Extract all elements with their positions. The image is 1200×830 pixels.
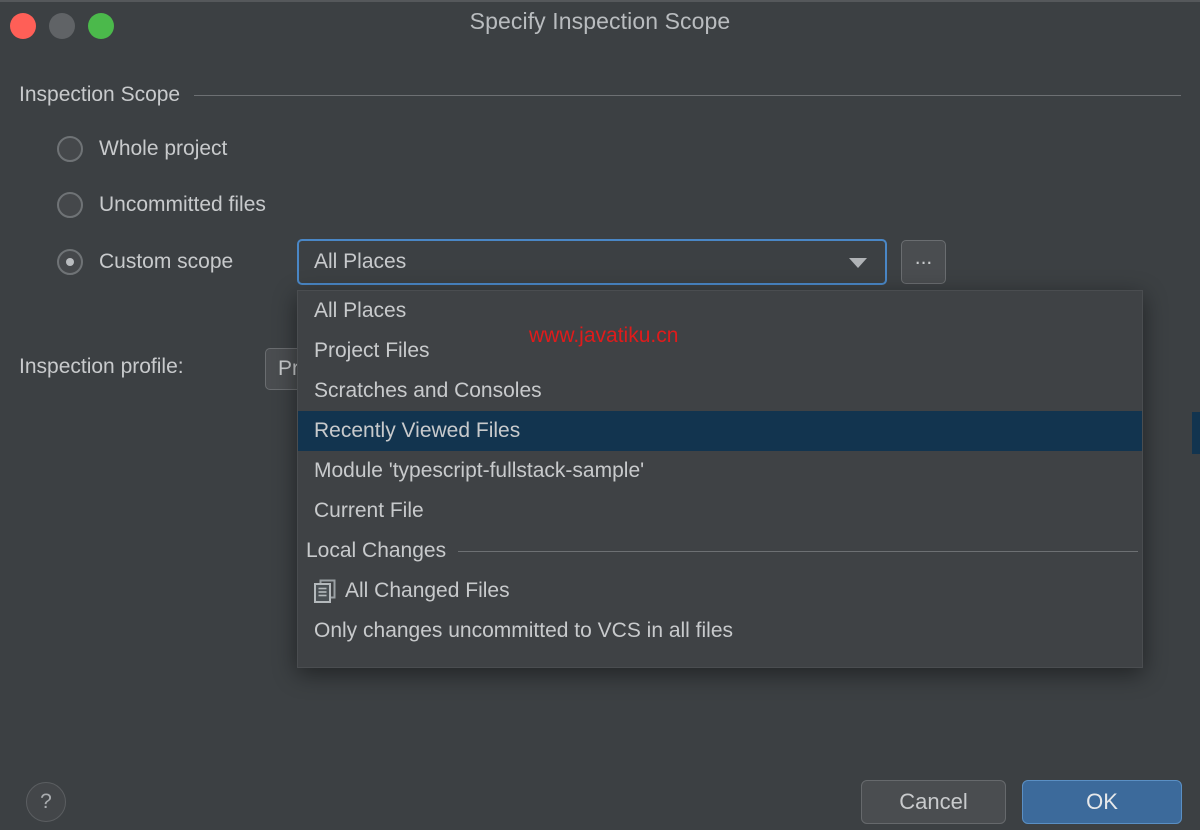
- radio-option-custom-scope[interactable]: Custom scope: [57, 246, 233, 278]
- window-title: Specify Inspection Scope: [469, 8, 731, 34]
- dropdown-item-recently-viewed-files[interactable]: Recently Viewed Files: [298, 411, 1142, 451]
- dropdown-item-all-places[interactable]: All Places: [298, 291, 1142, 331]
- browse-scope-button[interactable]: ...: [901, 240, 946, 284]
- cancel-button[interactable]: Cancel: [861, 780, 1006, 824]
- dropdown-item-label: All Changed Files: [345, 579, 510, 602]
- dropdown-group-label: Local Changes: [306, 539, 447, 562]
- selection-edge-sliver: [1192, 412, 1200, 454]
- documents-icon: [314, 579, 336, 603]
- ellipsis-icon: ...: [914, 246, 933, 269]
- combobox-value: All Places: [314, 250, 407, 273]
- dropdown-item-all-changed-files[interactable]: All Changed Files: [298, 571, 1142, 611]
- chevron-down-icon[interactable]: [849, 258, 867, 268]
- radio-indicator-selected[interactable]: [57, 249, 83, 275]
- dropdown-item-label: Current File: [314, 499, 424, 522]
- inspection-profile-label: Inspection profile:: [19, 355, 184, 378]
- dropdown-item-current-file[interactable]: Current File: [298, 491, 1142, 531]
- dropdown-item-label: Scratches and Consoles: [314, 379, 542, 402]
- inspection-scope-section-header: Inspection Scope: [19, 80, 1181, 110]
- section-divider: [194, 94, 1181, 96]
- dropdown-item-label: Module 'typescript-fullstack-sample': [314, 459, 645, 482]
- dropdown-item-scratches-and-consoles[interactable]: Scratches and Consoles: [298, 371, 1142, 411]
- inspection-profile-value: Pr: [278, 357, 299, 380]
- title-bar: Specify Inspection Scope: [0, 0, 1200, 52]
- radio-option-uncommitted-files[interactable]: Uncommitted files: [57, 189, 266, 221]
- ok-button[interactable]: OK: [1022, 780, 1182, 824]
- section-title: Inspection Scope: [19, 83, 181, 106]
- dropdown-group-divider: [458, 550, 1138, 552]
- question-mark-icon: ?: [40, 790, 52, 813]
- dropdown-item-only-changes-uncommitted[interactable]: Only changes uncommitted to VCS in all f…: [298, 611, 1142, 651]
- dropdown-item-label: Recently Viewed Files: [314, 419, 521, 442]
- dropdown-item-label: Only changes uncommitted to VCS in all f…: [314, 619, 734, 642]
- radio-indicator[interactable]: [57, 136, 83, 162]
- radio-label: Uncommitted files: [99, 193, 266, 216]
- ok-button-label: OK: [1086, 789, 1118, 814]
- dialog-window: Specify Inspection Scope Inspection Scop…: [0, 0, 1200, 830]
- radio-label: Whole project: [99, 137, 228, 160]
- dropdown-item-label: Project Files: [314, 339, 430, 362]
- scope-dropdown-popup[interactable]: All Places Project Files Scratches and C…: [297, 290, 1143, 668]
- help-button[interactable]: ?: [26, 782, 66, 822]
- dropdown-item-module[interactable]: Module 'typescript-fullstack-sample': [298, 451, 1142, 491]
- dropdown-item-project-files[interactable]: Project Files: [298, 331, 1142, 371]
- title-bar-top-edge: [0, 0, 1200, 2]
- radio-label: Custom scope: [99, 250, 234, 273]
- radio-indicator[interactable]: [57, 192, 83, 218]
- radio-option-whole-project[interactable]: Whole project: [57, 133, 227, 165]
- cancel-button-label: Cancel: [899, 789, 968, 814]
- dropdown-item-label: All Places: [314, 299, 407, 322]
- custom-scope-combobox[interactable]: All Places: [297, 239, 887, 285]
- dropdown-group-local-changes: Local Changes: [298, 531, 1142, 571]
